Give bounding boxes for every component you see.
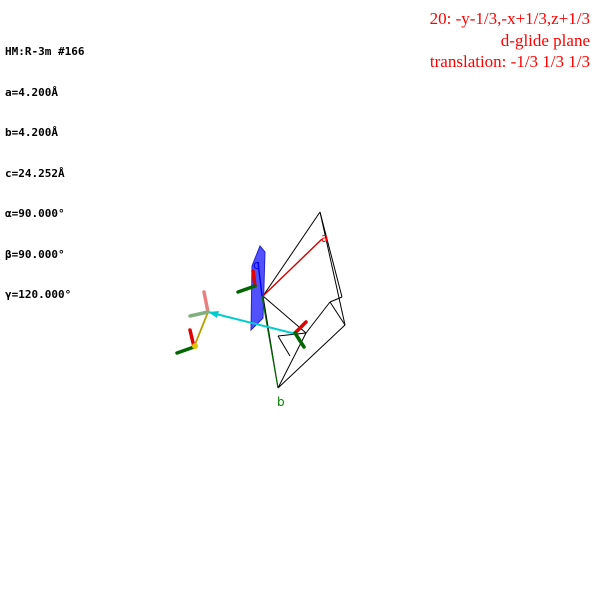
- unit-cell-wireframe: [262, 211, 346, 389]
- space-group-label: HM:R-3m #166: [5, 45, 85, 58]
- cell-c-label: c=24.252Å: [5, 166, 65, 180]
- translation-start-triad: [188, 290, 210, 318]
- a-axis-line: [262, 238, 323, 297]
- b-axis-line: [261, 295, 279, 389]
- axis-label-a: a: [321, 231, 328, 245]
- cell-gamma-label: γ=120.000°: [5, 288, 72, 301]
- cell-alpha-label: α=90.000°: [5, 207, 65, 220]
- origin-triad: [175, 328, 198, 355]
- symmetry-operation-info: 20: -y-1/3,-x+1/3,z+1/3 d-glide plane tr…: [430, 8, 590, 73]
- translation-end-triad: [293, 320, 308, 349]
- symop-operation: 20: -y-1/3,-x+1/3,z+1/3: [429, 9, 590, 28]
- unit-cell-info: HM:R-3m #166 a=4.200Å b=4.200Å c=24.252Å…: [5, 18, 84, 329]
- symop-element: d-glide plane: [500, 30, 590, 50]
- crystal-cell-scene[interactable]: a b c: [0, 0, 600, 600]
- symop-translation: translation: -1/3 1/3 1/3: [429, 52, 590, 71]
- axis-label-c: c: [253, 258, 260, 272]
- origin-connector: [193, 311, 209, 348]
- cell-beta-label: β=90.000°: [5, 247, 65, 261]
- cell-b-label: b=4.200Å: [5, 126, 58, 139]
- axis-label-b: b: [277, 395, 285, 409]
- cell-a-label: a=4.200Å: [5, 85, 58, 99]
- structure-viewer[interactable]: a b c HM:R-3m #166 a=4.200Å b=4.200Å c=2…: [0, 0, 600, 600]
